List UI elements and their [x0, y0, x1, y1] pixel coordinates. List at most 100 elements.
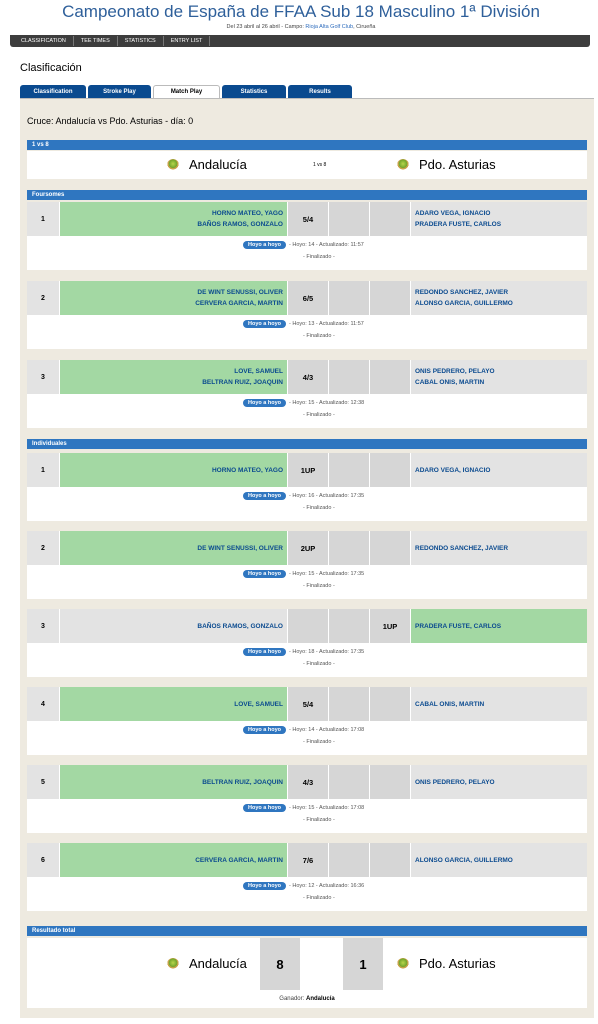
total-team-b: Pdo. Asturias — [397, 956, 496, 971]
right-player: PRADERA FUSTE, CARLOS — [415, 221, 502, 228]
hoyo-a-hoyo-button[interactable]: Hoyo a hoyo — [243, 241, 287, 249]
match-info: Hoyo a hoyo - Hoyo: 14 - Actualizado: 11:… — [27, 236, 587, 270]
result-right — [370, 531, 410, 565]
nav-tee-times[interactable]: TEE TIMES — [74, 36, 118, 46]
hoyo-updated: - Hoyo: 15 - Actualizado: 17:08 — [289, 805, 365, 811]
right-player: PRADERA FUSTE, CARLOS — [415, 622, 502, 630]
match-info: Hoyo a hoyo - Hoyo: 16 - Actualizado: 17:… — [27, 487, 587, 521]
hoyo-a-hoyo-button[interactable]: Hoyo a hoyo — [243, 804, 287, 812]
hoyo-updated: - Hoyo: 12 - Actualizado: 16:36 — [289, 883, 365, 889]
result-left: 4/3 — [288, 765, 328, 799]
match-row: 1 HORNO MATEO, YAGO BAÑOS RAMOS, GONZALO 5/… — [27, 202, 587, 236]
left-players: HORNO MATEO, YAGO — [60, 453, 287, 487]
hoyo-a-hoyo-button[interactable]: Hoyo a hoyo — [243, 492, 287, 500]
left-player: BAÑOS RAMOS, GONZALO — [197, 622, 283, 630]
hoyo-a-hoyo-button[interactable]: Hoyo a hoyo — [243, 570, 287, 578]
nav-classification[interactable]: CLASSIFICATION — [14, 36, 74, 46]
left-players: BAÑOS RAMOS, GONZALO — [60, 609, 287, 643]
hoyo-updated: - Hoyo: 15 - Actualizado: 17:35 — [289, 571, 365, 577]
match-number: 1 — [27, 202, 59, 236]
match-info: Hoyo a hoyo - Hoyo: 12 - Actualizado: 16:… — [27, 877, 587, 911]
championship-title: Campeonato de España de FFAA Sub 18 Masc… — [62, 2, 540, 21]
match-row: 1 HORNO MATEO, YAGO 1UP ADARO VEGA, IGNACIO — [27, 453, 587, 487]
tab-classification[interactable]: Classification — [20, 85, 86, 98]
right-players: CABAL ONIS, MARTIN — [411, 687, 587, 721]
right-player: ALONSO GARCIA, GUILLERMO — [415, 856, 513, 864]
right-player: CABAL ONIS, MARTIN — [415, 700, 485, 708]
match-status: - Finalizado - — [303, 739, 335, 745]
result-right — [370, 453, 410, 487]
winner-prefix: Ganador: — [279, 996, 305, 1002]
result-mid — [329, 281, 369, 315]
tab-statistics[interactable]: Statistics — [222, 85, 286, 98]
match-info: Hoyo a hoyo - Hoyo: 14 - Actualizado: 17:… — [27, 721, 587, 755]
total-team-b-name: Pdo. Asturias — [419, 956, 496, 971]
right-players: ADARO VEGA, IGNACIO — [411, 453, 587, 487]
match-status: - Finalizado - — [303, 254, 335, 260]
result-mid — [329, 687, 369, 721]
result-right: 1UP — [370, 609, 410, 643]
tab-results[interactable]: Results — [288, 85, 352, 98]
tab-match-play[interactable]: Match Play — [153, 85, 220, 98]
andalucia-flag-icon — [167, 957, 179, 970]
match-info-line: Hoyo a hoyo - Hoyo: 14 - Actualizado: 11:… — [243, 241, 364, 249]
result-right — [370, 360, 410, 394]
result-left: 1UP — [288, 453, 328, 487]
left-players: LOVE, SAMUEL — [60, 687, 287, 721]
right-players: REDONDO SANCHEZ, JAVIER — [411, 531, 587, 565]
left-player: CERVERA GARCIA, MARTIN — [195, 856, 283, 864]
result-right — [370, 281, 410, 315]
hoyo-a-hoyo-button[interactable]: Hoyo a hoyo — [243, 726, 287, 734]
asturias-flag-icon — [397, 158, 409, 171]
nav-entry-list[interactable]: ENTRY LIST — [164, 36, 211, 46]
match-row: 3 LOVE, SAMUEL BELTRAN RUIZ, JOAQUIN 4/3 ONI… — [27, 360, 587, 394]
match-number: 5 — [27, 765, 59, 799]
match-info: Hoyo a hoyo - Hoyo: 15 - Actualizado: 17:… — [27, 799, 587, 833]
vs-label: 1 vs 8 — [313, 162, 327, 168]
match-status: - Finalizado - — [303, 333, 335, 339]
match-row: 2 DE WINT SENUSSI, OLIVER 2UP REDONDO SANCH… — [27, 531, 587, 565]
match-status: - Finalizado - — [303, 412, 335, 418]
hoyo-a-hoyo-button[interactable]: Hoyo a hoyo — [243, 648, 287, 656]
match-info-line: Hoyo a hoyo - Hoyo: 12 - Actualizado: 16:… — [243, 882, 364, 890]
match-info: Hoyo a hoyo - Hoyo: 15 - Actualizado: 12:… — [27, 394, 587, 428]
hoyo-a-hoyo-button[interactable]: Hoyo a hoyo — [243, 882, 287, 890]
match-info-line: Hoyo a hoyo - Hoyo: 18 - Actualizado: 17:… — [243, 648, 364, 656]
match-status: - Finalizado - — [303, 505, 335, 511]
team-a-name: Andalucía — [189, 157, 247, 172]
match-info-line: Hoyo a hoyo - Hoyo: 16 - Actualizado: 17:… — [243, 492, 364, 500]
left-player: HORNO MATEO, YAGO — [211, 466, 283, 474]
match-number: 3 — [27, 360, 59, 394]
right-player: REDONDO SANCHEZ, JAVIER — [415, 289, 509, 296]
section-title: Clasificación — [20, 62, 82, 74]
result-mid — [329, 843, 369, 877]
foursomes-bar: Foursomes — [27, 190, 587, 200]
andalucia-flag-icon — [167, 158, 179, 171]
hoyo-a-hoyo-button[interactable]: Hoyo a hoyo — [243, 320, 287, 328]
left-players: DE WINT SENUSSI, OLIVER CERVERA GARCIA, M… — [60, 281, 287, 315]
match-info: Hoyo a hoyo - Hoyo: 18 - Actualizado: 17:… — [27, 643, 587, 677]
right-player: ADARO VEGA, IGNACIO — [415, 210, 491, 217]
match-row: 5 BELTRAN RUIZ, JOAQUIN 4/3 ONIS PEDRERO, P… — [27, 765, 587, 799]
result-left: 7/6 — [288, 843, 328, 877]
nav-statistics[interactable]: STATISTICS — [118, 36, 164, 46]
result-mid — [329, 453, 369, 487]
hoyo-a-hoyo-button[interactable]: Hoyo a hoyo — [243, 399, 287, 407]
right-players: REDONDO SANCHEZ, JAVIER ALONSO GARCIA, GU… — [411, 281, 587, 315]
top-nav: CLASSIFICATION TEE TIMES STATISTICS ENTR… — [10, 35, 590, 47]
right-player: ALONSO GARCIA, GUILLERMO — [415, 300, 513, 307]
match-number: 2 — [27, 531, 59, 565]
result-mid — [329, 765, 369, 799]
match-number: 6 — [27, 843, 59, 877]
right-player: REDONDO SANCHEZ, JAVIER — [415, 544, 509, 552]
tab-stroke-play[interactable]: Stroke Play — [88, 85, 151, 98]
match-number: 2 — [27, 281, 59, 315]
result-right — [370, 765, 410, 799]
result-left: 2UP — [288, 531, 328, 565]
result-left: 6/5 — [288, 281, 328, 315]
match-row: 3 BAÑOS RAMOS, GONZALO 1UP PRADERA FUSTE, C… — [27, 609, 587, 643]
right-player: CABAL ONIS, MARTIN — [415, 379, 485, 386]
vs-bar: 1 vs 8 — [27, 140, 587, 150]
left-players: CERVERA GARCIA, MARTIN — [60, 843, 287, 877]
course-link[interactable]: Rioja Alta Golf Club — [305, 24, 353, 30]
